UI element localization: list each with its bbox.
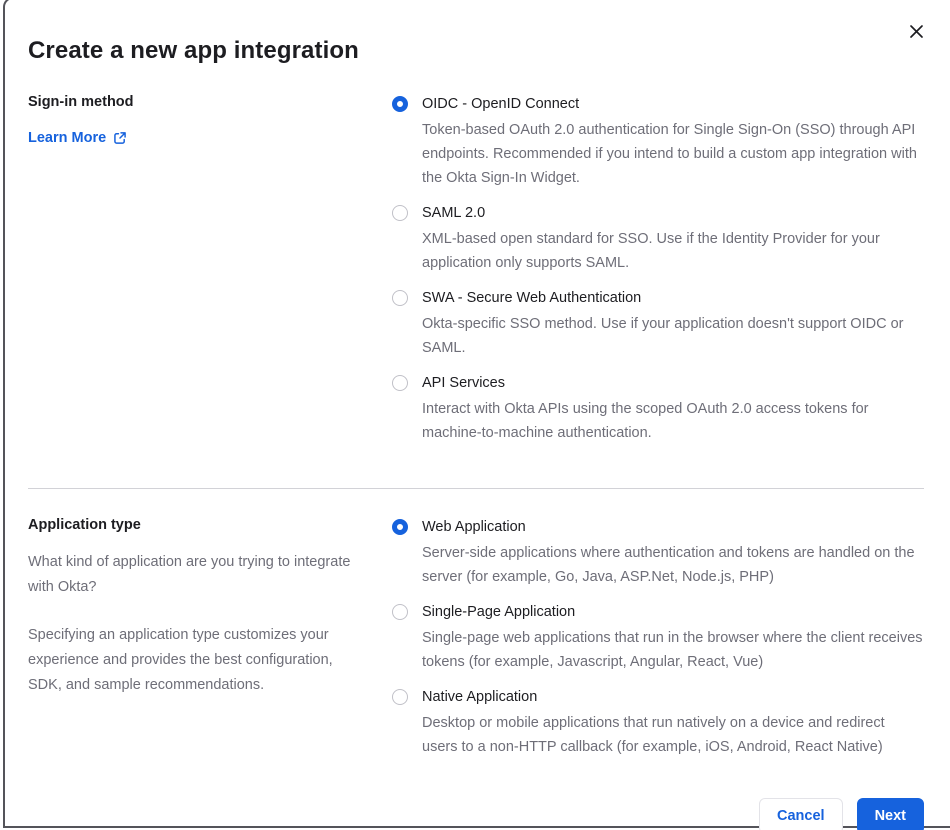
external-link-icon bbox=[114, 132, 126, 144]
learn-more-label: Learn More bbox=[28, 130, 107, 146]
cancel-button[interactable]: Cancel bbox=[759, 798, 843, 830]
radio-button[interactable] bbox=[392, 96, 408, 112]
radio-button[interactable] bbox=[392, 689, 408, 705]
application-type-hint: Specifying an application type customize… bbox=[28, 627, 333, 693]
next-button[interactable]: Next bbox=[856, 798, 924, 830]
dialog-title: Create a new app integration bbox=[28, 37, 359, 64]
radio-option-description: Interact with Okta APIs using the scoped… bbox=[422, 401, 869, 441]
radio-button[interactable] bbox=[392, 519, 408, 535]
radio-option-label: Single-Page Application bbox=[422, 604, 576, 620]
sign-in-method-options: OIDC - OpenID Connect Token-based OAuth … bbox=[392, 94, 924, 445]
close-button[interactable] bbox=[904, 19, 928, 43]
radio-option-label: OIDC - OpenID Connect bbox=[422, 96, 580, 112]
radio-option-label: Native Application bbox=[422, 689, 538, 705]
section-divider bbox=[28, 488, 924, 489]
application-type-label: Application type bbox=[28, 517, 141, 533]
radio-button[interactable] bbox=[392, 604, 408, 620]
radio-option-single-page-application[interactable]: Single-Page Application Single-page web … bbox=[392, 602, 924, 674]
application-type-question: What kind of application are you trying … bbox=[28, 554, 351, 595]
sign-in-method-section: Sign-in method Learn More OIDC - OpenID … bbox=[28, 94, 924, 445]
radio-button[interactable] bbox=[392, 375, 408, 391]
radio-option-oidc-openid-connect[interactable]: OIDC - OpenID Connect Token-based OAuth … bbox=[392, 94, 924, 190]
radio-option-api-services[interactable]: API Services Interact with Okta APIs usi… bbox=[392, 373, 924, 445]
radio-option-label: Web Application bbox=[422, 519, 526, 535]
radio-option-description: Token-based OAuth 2.0 authentication for… bbox=[422, 122, 917, 186]
application-type-options: Web Application Server-side applications… bbox=[392, 517, 924, 759]
radio-option-description: Single-page web applications that run in… bbox=[422, 630, 923, 670]
sign-in-method-label: Sign-in method bbox=[28, 94, 134, 110]
dialog-footer: Cancel Next bbox=[28, 798, 924, 830]
application-type-section: Application type What kind of applicatio… bbox=[28, 517, 924, 759]
radio-option-label: SAML 2.0 bbox=[422, 205, 486, 221]
learn-more-link[interactable]: Learn More bbox=[28, 130, 127, 146]
radio-option-web-application[interactable]: Web Application Server-side applications… bbox=[392, 517, 924, 589]
radio-option-label: API Services bbox=[422, 375, 505, 391]
radio-option-description: XML-based open standard for SSO. Use if … bbox=[422, 231, 880, 271]
radio-option-label: SWA - Secure Web Authentication bbox=[422, 290, 642, 306]
radio-option-native-application[interactable]: Native Application Desktop or mobile app… bbox=[392, 687, 924, 759]
radio-button[interactable] bbox=[392, 205, 408, 221]
create-app-integration-dialog: Create a new app integration Sign-in met… bbox=[3, 0, 950, 830]
radio-option-description: Desktop or mobile applications that run … bbox=[422, 715, 885, 755]
radio-option-description: Server-side applications where authentic… bbox=[422, 545, 915, 585]
close-icon bbox=[909, 24, 923, 38]
radio-option-saml-2-0[interactable]: SAML 2.0 XML-based open standard for SSO… bbox=[392, 203, 924, 275]
radio-option-description: Okta-specific SSO method. Use if your ap… bbox=[422, 316, 904, 356]
radio-option-swa-secure-web-authentication[interactable]: SWA - Secure Web Authentication Okta-spe… bbox=[392, 288, 924, 360]
radio-button[interactable] bbox=[392, 290, 408, 306]
